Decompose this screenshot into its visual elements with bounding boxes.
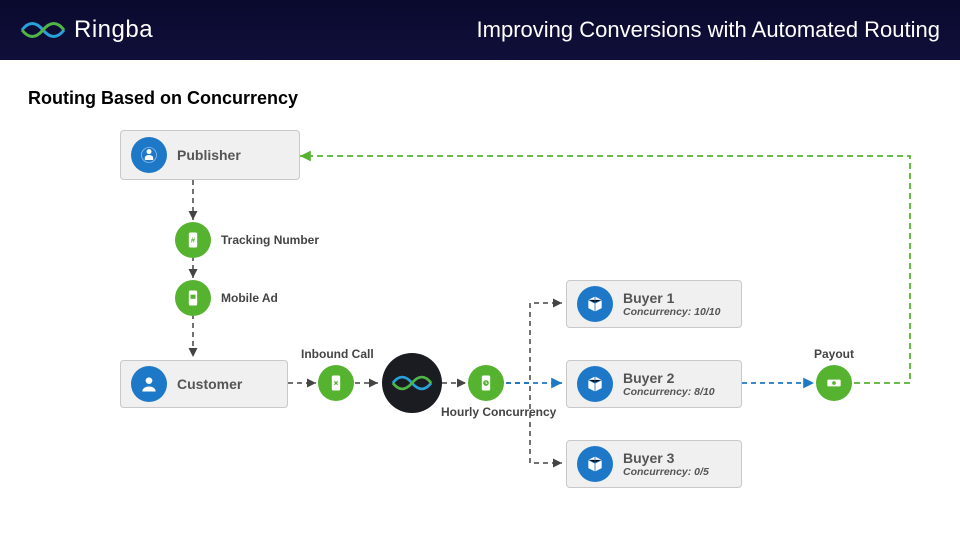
- inbound-call-label: Inbound Call: [301, 347, 371, 361]
- tracking-number-label: Tracking Number: [221, 233, 319, 247]
- buyer-1-node: Buyer 1 Concurrency: 10/10: [566, 280, 742, 328]
- buyer-2-node: Buyer 2 Concurrency: 8/10: [566, 360, 742, 408]
- person-pin-icon: [131, 137, 167, 173]
- buyer-1-label: Buyer 1: [623, 290, 720, 306]
- inbound-call-node: Inbound Call: [318, 365, 354, 401]
- customer-node: Customer: [120, 360, 288, 408]
- buyer-3-label: Buyer 3: [623, 450, 709, 466]
- buyer-2-concurrency: Concurrency: 8/10: [623, 386, 715, 399]
- user-icon: [131, 366, 167, 402]
- buyer-3-node: Buyer 3 Concurrency: 0/5: [566, 440, 742, 488]
- mobile-ad-node: Mobile Ad: [175, 280, 278, 316]
- phone-clock-icon: [468, 365, 504, 401]
- publisher-label: Publisher: [177, 147, 241, 163]
- section-heading: Routing Based on Concurrency: [28, 88, 298, 109]
- phone-ad-icon: [175, 280, 211, 316]
- box-icon: [577, 446, 613, 482]
- brand-logo: Ringba: [20, 15, 153, 45]
- hourly-concurrency-node: Hourly Concurrency: [468, 365, 504, 401]
- hourly-concurrency-label: Hourly Concurrency: [441, 405, 531, 419]
- customer-label: Customer: [177, 376, 242, 392]
- mobile-ad-label: Mobile Ad: [221, 291, 278, 305]
- ringba-wave-icon: [391, 369, 433, 397]
- payout-label: Payout: [799, 347, 869, 361]
- money-icon: [816, 365, 852, 401]
- box-icon: [577, 366, 613, 402]
- ringba-platform-node: [382, 353, 442, 413]
- publisher-node: Publisher: [120, 130, 300, 180]
- tracking-number-node: # Tracking Number: [175, 222, 319, 258]
- buyer-3-concurrency: Concurrency: 0/5: [623, 466, 709, 479]
- ringba-wave-icon: [20, 15, 66, 45]
- phone-hash-icon: #: [175, 222, 211, 258]
- payout-node: Payout: [816, 365, 852, 401]
- buyer-2-label: Buyer 2: [623, 370, 715, 386]
- header-bar: Ringba Improving Conversions with Automa…: [0, 0, 960, 60]
- phone-call-icon: [318, 365, 354, 401]
- box-icon: [577, 286, 613, 322]
- brand-name: Ringba: [74, 16, 153, 44]
- connectors: [0, 0, 960, 540]
- page-title: Improving Conversions with Automated Rou…: [477, 17, 940, 43]
- buyer-1-concurrency: Concurrency: 10/10: [623, 306, 720, 319]
